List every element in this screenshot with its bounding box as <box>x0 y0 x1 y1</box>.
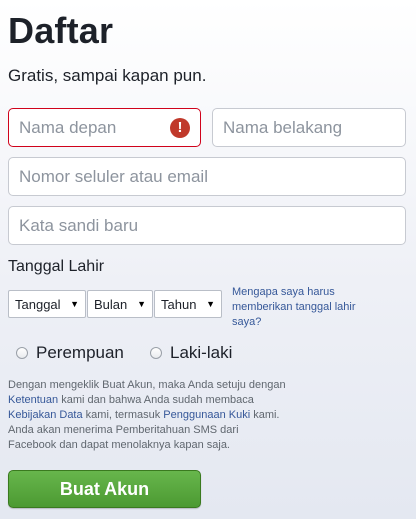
contact-placeholder: Nomor seluler atau email <box>19 166 208 186</box>
create-account-button[interactable]: Buat Akun <box>8 470 201 508</box>
gender-female-option[interactable]: Perempuan <box>16 343 124 363</box>
female-radio[interactable] <box>16 347 28 359</box>
day-select[interactable]: Tanggal ▼ <box>8 290 86 318</box>
page-subtitle: Gratis, sampai kapan pun. <box>8 66 207 85</box>
cookie-policy-link[interactable]: Penggunaan Kuki <box>163 409 250 421</box>
month-select[interactable]: Bulan ▼ <box>87 290 153 318</box>
last-name-placeholder: Nama belakang <box>223 117 343 137</box>
first-name-placeholder: Nama depan <box>19 117 117 137</box>
terms-text: Dengan mengeklik Buat Akun, maka Anda se… <box>8 378 288 453</box>
last-name-field[interactable]: Nama belakang <box>212 108 406 147</box>
month-select-value: Bulan <box>94 296 128 312</box>
female-label: Perempuan <box>36 343 124 362</box>
terms-text-2: kami dan bahwa Anda sudah membaca <box>58 394 254 406</box>
gender-male-option[interactable]: Laki-laki <box>150 343 232 363</box>
first-name-field[interactable]: Nama depan ! <box>8 108 201 147</box>
terms-link[interactable]: Ketentuan <box>8 394 58 406</box>
contact-field[interactable]: Nomor seluler atau email <box>8 157 406 196</box>
male-radio[interactable] <box>150 347 162 359</box>
chevron-down-icon: ▼ <box>206 299 215 309</box>
day-select-value: Tanggal <box>15 296 61 312</box>
year-select-value: Tahun <box>161 296 197 312</box>
error-icon: ! <box>170 118 190 138</box>
terms-text-1: Dengan mengeklik Buat Akun, maka Anda se… <box>8 379 286 391</box>
year-select[interactable]: Tahun ▼ <box>154 290 222 318</box>
birthday-why-link[interactable]: Mengapa saya harus memberikan tanggal la… <box>232 285 382 330</box>
terms-text-3: kami, termasuk <box>82 409 164 421</box>
data-policy-link[interactable]: Kebijakan Data <box>8 409 83 421</box>
password-field[interactable]: Kata sandi baru <box>8 206 406 245</box>
chevron-down-icon: ▼ <box>137 299 146 309</box>
male-label: Laki-laki <box>170 343 233 362</box>
page-title: Daftar <box>8 10 114 51</box>
chevron-down-icon: ▼ <box>70 299 79 309</box>
password-placeholder: Kata sandi baru <box>19 215 139 235</box>
birthday-label: Tanggal Lahir <box>8 258 105 275</box>
